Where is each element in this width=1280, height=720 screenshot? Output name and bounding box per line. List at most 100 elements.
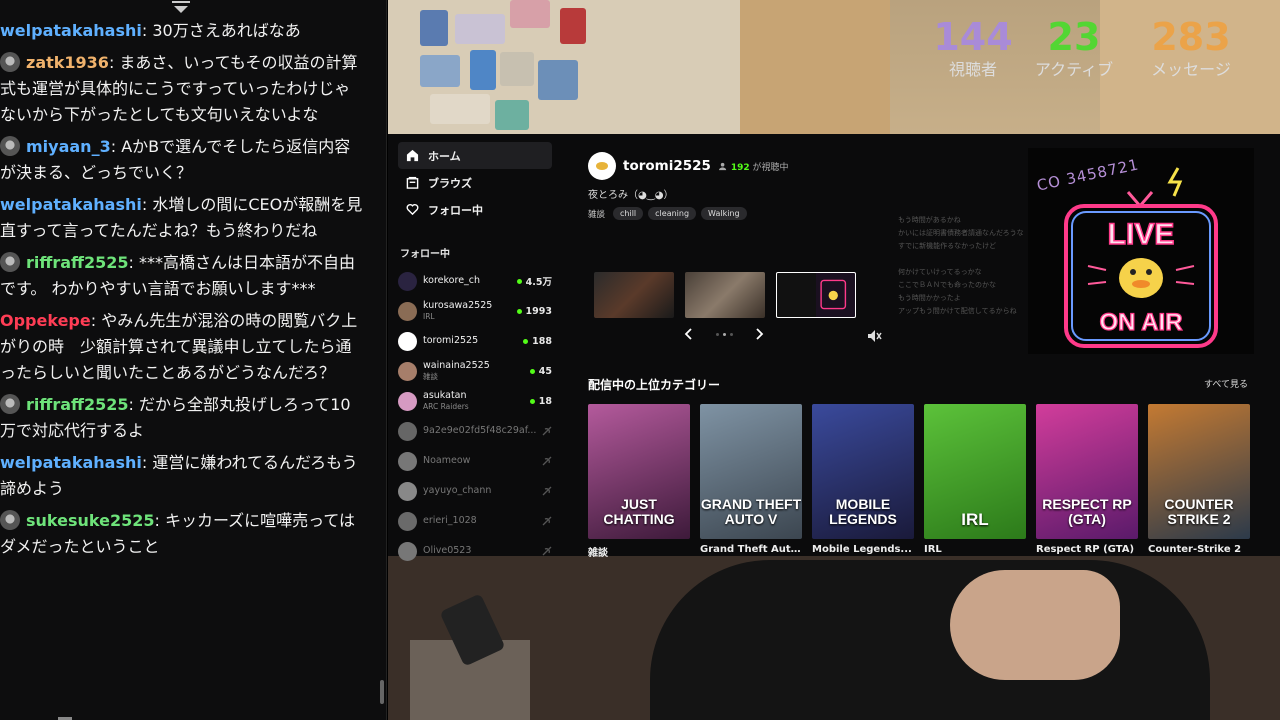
offline-icon xyxy=(542,546,552,556)
door xyxy=(740,0,890,134)
wall-posters xyxy=(400,0,600,134)
following-name: yayuyo_chann xyxy=(423,485,492,496)
tag-chip[interactable]: chill xyxy=(613,207,644,220)
channel-avatar[interactable] xyxy=(588,152,616,180)
streamer-hand xyxy=(950,570,1120,680)
category-label: Grand Theft Aut... xyxy=(700,544,802,555)
following-info: Noameow xyxy=(423,455,542,467)
viewer-label: 視聴者 xyxy=(948,60,997,79)
chat-message: riffraff2525: だから全部丸投げしろって10万で対応代行するよ xyxy=(0,392,386,444)
chat-separator: : xyxy=(141,453,153,472)
following-name: wainaina2525 xyxy=(423,360,490,371)
live-dot-icon xyxy=(529,368,535,374)
tag-chip[interactable]: Walking xyxy=(701,207,747,220)
category-card[interactable]: MOBILE LEGENDS Mobile Legends... xyxy=(812,404,914,559)
chat-message: Oppekepe: やみん先生が混浴の時の閲覧バク上がりの時 少額計算されて異議… xyxy=(0,308,386,386)
following-category: IRL xyxy=(423,312,435,321)
following-info: korekore_ch xyxy=(423,275,517,287)
avatar xyxy=(398,541,417,561)
chat-scrollbar[interactable] xyxy=(380,680,384,704)
chat-message: welpatakahashi: 30万さえあればなあ xyxy=(0,18,386,44)
following-name: asukatan xyxy=(423,390,467,401)
chat-message: miyaan_3: AかBで選んでそしたら返信内容が決まる、どっちでいく？ xyxy=(0,134,386,186)
following-item[interactable]: korekore_ch 4.5万 xyxy=(398,266,552,296)
chat-badge-icon xyxy=(0,136,20,156)
following-viewer-count: 18 xyxy=(529,396,552,407)
following-item[interactable]: kurosawa2525 IRL 1993 xyxy=(398,296,552,326)
live-dot-icon xyxy=(516,278,522,284)
chevron-left-icon[interactable] xyxy=(684,328,694,340)
viewer-stat: 144 視聴者 xyxy=(930,16,1016,80)
collapse-icon[interactable] xyxy=(171,0,191,14)
heart-icon xyxy=(406,203,419,216)
chevron-right-icon[interactable] xyxy=(754,328,764,340)
chat-username[interactable]: zatk1936 xyxy=(26,53,109,72)
category-thumbnail: COUNTER STRIKE 2 xyxy=(1148,404,1250,539)
carousel-nav xyxy=(684,328,764,340)
chat-panel: welpatakahashi: 30万さえあればなあ zatk1936: まあさ、… xyxy=(0,0,387,720)
chat-username[interactable]: riffraff2525 xyxy=(26,395,129,414)
following-name: Noameow xyxy=(423,455,471,466)
nav-browse[interactable]: ブラウズ xyxy=(398,169,552,196)
following-item[interactable]: 9a2e9e02fd5f48c29af... xyxy=(398,416,552,446)
avatar xyxy=(398,361,417,381)
category-card[interactable]: IRL IRL xyxy=(924,404,1026,559)
following-item[interactable]: erieri_1028 xyxy=(398,506,552,536)
chat-badge-icon xyxy=(0,394,20,414)
stream-category[interactable]: 雑談 xyxy=(588,208,605,220)
muted-speaker-icon[interactable] xyxy=(866,328,882,344)
stream-thumbnail-selected[interactable] xyxy=(776,272,856,318)
following-item[interactable]: wainaina2525 雑談 45 xyxy=(398,356,552,386)
live-dot-icon xyxy=(516,308,522,314)
featured-viewer-suffix: が視聴中 xyxy=(752,162,789,173)
following-item[interactable]: Olive0523 xyxy=(398,536,552,566)
chat-username[interactable]: Oppekepe xyxy=(0,311,91,330)
following-viewer-count: 45 xyxy=(529,366,552,377)
following-category: ARC Raiders xyxy=(423,402,469,411)
chat-separator: : xyxy=(141,21,153,40)
chat-separator: : xyxy=(108,53,120,72)
nav-home[interactable]: ホーム xyxy=(398,142,552,169)
following-item[interactable]: asukatan ARC Raiders 18 xyxy=(398,386,552,416)
following-item[interactable]: toromi2525 188 xyxy=(398,326,552,356)
category-card[interactable]: RESPECT RP (GTA) Respect RP (GTA) xyxy=(1036,404,1138,559)
category-label: Respect RP (GTA) xyxy=(1036,544,1135,555)
see-all-link[interactable]: すべて見る xyxy=(1204,377,1248,390)
avatar xyxy=(398,451,417,471)
following-info: erieri_1028 xyxy=(423,515,542,527)
chat-text: 30万さえあればなあ xyxy=(152,21,301,40)
chat-separator: : xyxy=(90,311,102,330)
category-card[interactable]: GRAND THEFT AUTO V Grand Theft Aut... xyxy=(700,404,802,559)
nav-following[interactable]: フォロー中 xyxy=(398,196,552,223)
kick-browser-panel: ホーム ブラウズ フォロー中 フォロー中 korekore_ch 4.5万 kuro… xyxy=(388,134,1280,561)
following-category: 雑談 xyxy=(423,372,438,381)
stream-thumbnail[interactable] xyxy=(685,272,765,318)
active-stat: 23 アクティブ xyxy=(1026,16,1122,80)
category-card[interactable]: JUST CHATTING 雑談 xyxy=(588,404,690,559)
live-on-air-mini-icon xyxy=(820,279,847,310)
tag-chip[interactable]: cleaning xyxy=(648,207,697,220)
avatar xyxy=(398,511,417,531)
chat-username[interactable]: miyaan_3 xyxy=(26,137,111,156)
chat-username[interactable]: sukesuke2525 xyxy=(26,511,154,530)
svg-text:ON AIR: ON AIR xyxy=(1099,309,1182,336)
stream-thumbnails xyxy=(594,272,867,318)
chat-separator: : xyxy=(154,511,165,530)
chat-username[interactable]: welpatakahashi xyxy=(0,453,142,472)
live-on-air-icon: LIVE ON AIR xyxy=(1064,167,1218,348)
channel-name[interactable]: toromi2525 xyxy=(623,158,711,174)
following-item[interactable]: yayuyo_chann xyxy=(398,476,552,506)
chat-username[interactable]: riffraff2525 xyxy=(26,253,129,272)
viewer-count: 144 xyxy=(933,15,1013,59)
chat-username[interactable]: welpatakahashi xyxy=(0,195,142,214)
nav-home-label: ホーム xyxy=(428,149,461,163)
following-info: Olive0523 xyxy=(423,545,542,557)
stream-thumbnail[interactable] xyxy=(594,272,674,318)
category-card[interactable]: COUNTER STRIKE 2 Counter-Strike 2 xyxy=(1148,404,1250,559)
chat-username[interactable]: welpatakahashi xyxy=(0,21,142,40)
live-dot-icon xyxy=(529,398,535,404)
following-item[interactable]: Noameow xyxy=(398,446,552,476)
featured-viewer-count: 192 xyxy=(730,162,750,173)
following-name: korekore_ch xyxy=(423,275,481,286)
chat-separator: : xyxy=(128,253,139,272)
